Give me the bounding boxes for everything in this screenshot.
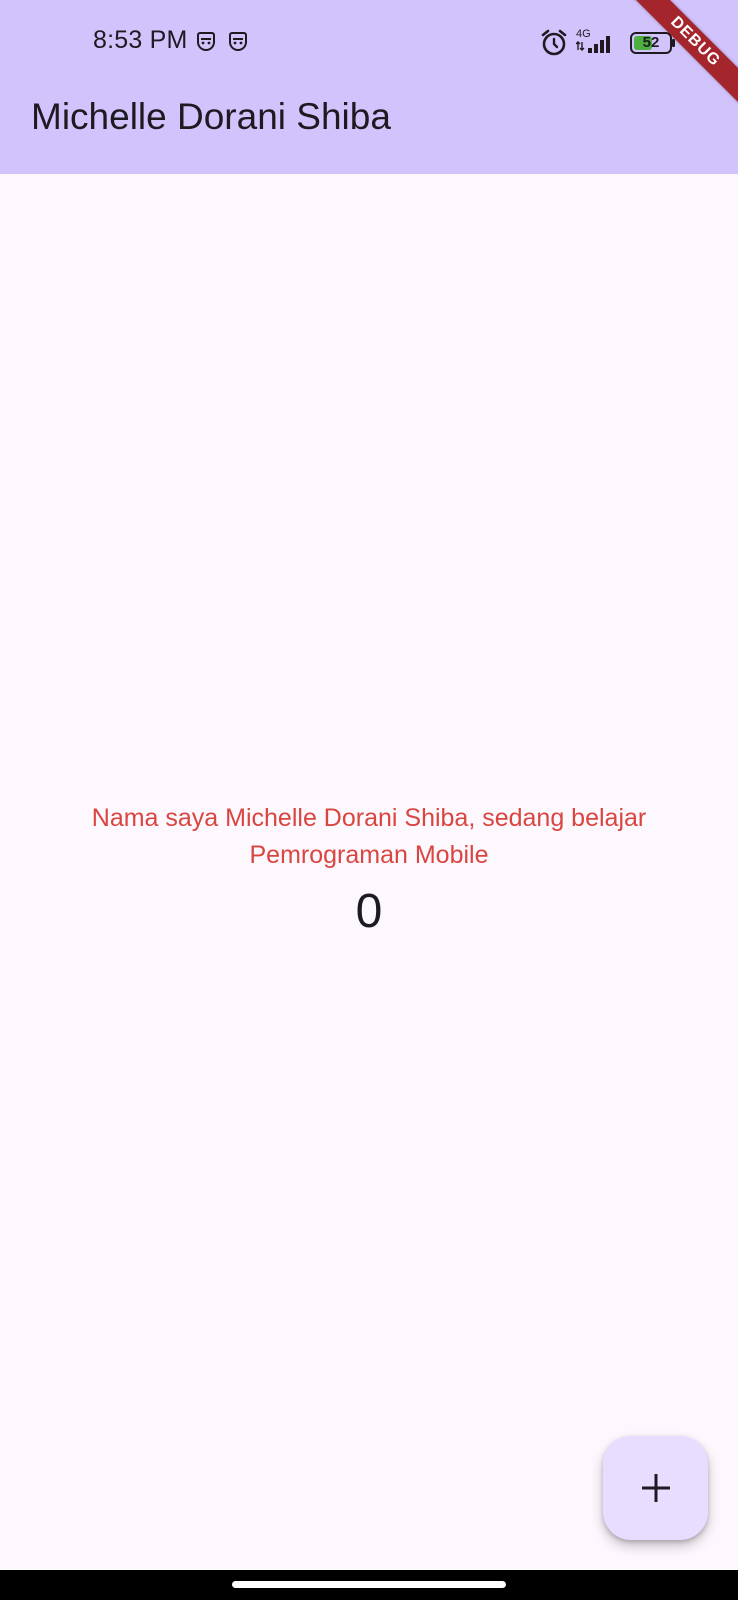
page-title: Michelle Dorani Shiba xyxy=(31,96,391,137)
increment-button[interactable] xyxy=(603,1436,708,1540)
plus-icon xyxy=(641,1474,670,1502)
network-label: 4G xyxy=(576,28,591,40)
status-bar: 8:53 PM 4G 52 xyxy=(0,0,738,84)
status-time: 8:53 PM xyxy=(93,26,188,54)
counter-value: 0 xyxy=(355,885,383,938)
signal-icon: 4G xyxy=(576,28,610,53)
system-nav-bar xyxy=(0,1570,738,1600)
main-content: Nama saya Michelle Dorani Shiba, sedang … xyxy=(0,800,738,940)
intro-text: Nama saya Michelle Dorani Shiba, sedang … xyxy=(91,804,647,869)
app-screen: 8:53 PM 4G 52 Michelle Dorani Shiba DEBU… xyxy=(0,0,738,1600)
alarm-icon xyxy=(541,29,567,56)
battery-level: 52 xyxy=(642,34,660,51)
home-indicator[interactable] xyxy=(232,1581,506,1588)
sim-icon xyxy=(197,32,215,51)
sim-icon xyxy=(229,32,247,51)
app-bar: 8:53 PM 4G 52 Michelle Dorani Shiba xyxy=(0,0,738,174)
